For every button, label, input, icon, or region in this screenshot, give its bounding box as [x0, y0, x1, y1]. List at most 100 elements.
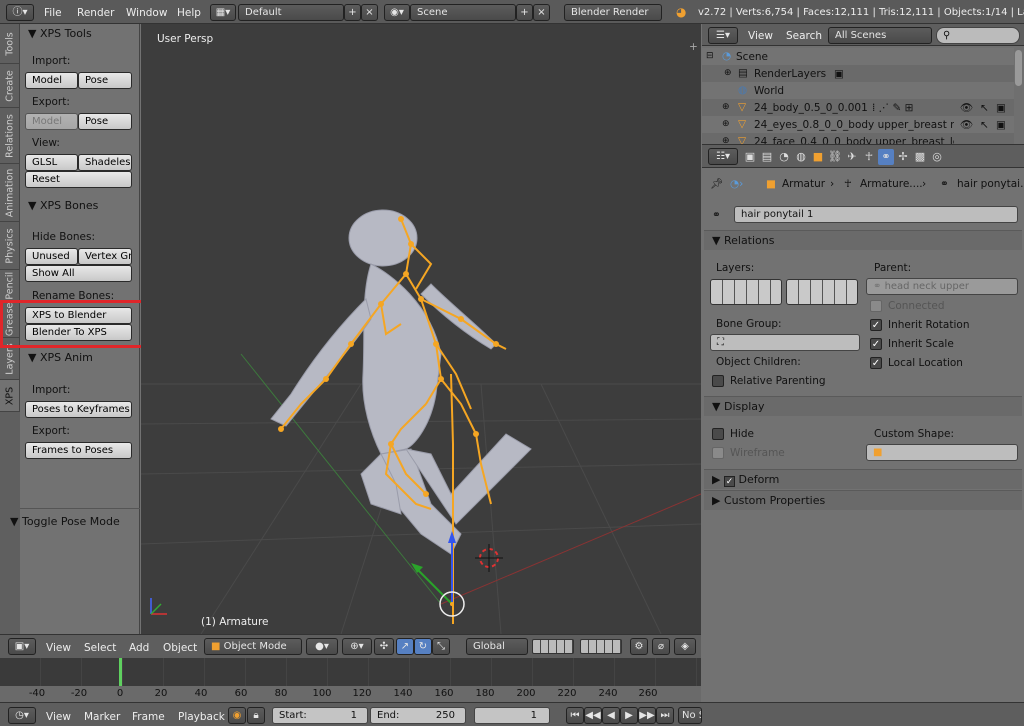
shading-select[interactable]: ●▾: [306, 638, 338, 655]
sync-mode-select[interactable]: No S: [678, 707, 702, 724]
xps-anim-header[interactable]: ▼ XPS Anim: [28, 351, 93, 364]
editor-type-3dview[interactable]: ▣▾: [8, 638, 36, 655]
remove-screen-button[interactable]: ×: [361, 4, 378, 21]
outliner[interactable]: ⊟ ◔ Scene ⊕ ▤ RenderLayers ▣ ◍ World ⊕ ▽…: [702, 46, 1024, 144]
glsl-button[interactable]: GLSL: [25, 154, 78, 171]
tab-tools[interactable]: Tools: [0, 24, 20, 64]
texture-tab-icon[interactable]: ▩: [912, 149, 928, 165]
frames-to-poses-button[interactable]: Frames to Poses: [25, 442, 132, 459]
tab-create[interactable]: Create: [0, 64, 20, 108]
world-tab-icon[interactable]: ◍: [793, 149, 809, 165]
outliner-view-menu[interactable]: View: [748, 29, 773, 43]
object-menu[interactable]: Object: [163, 641, 197, 655]
add-scene-button[interactable]: +: [516, 4, 533, 21]
bone-group-field[interactable]: ⛶: [710, 334, 860, 351]
screen-layout-icon[interactable]: ▦▾: [210, 4, 236, 21]
render-engine-select[interactable]: Blender Render: [564, 4, 662, 21]
visibility-eye-icon[interactable]: 👁︎: [960, 118, 973, 132]
outliner-row[interactable]: ⊕ ▽ 24_body_0.5_0_0.001 ⁞ ⋰ ✎ ⊞ 👁︎ ↖ ▣: [702, 99, 1014, 116]
selectable-cursor-icon[interactable]: ↖: [980, 118, 989, 132]
viewport-corner-plus-icon[interactable]: +: [689, 40, 698, 54]
tab-animation[interactable]: Animation: [0, 164, 20, 222]
expand-icon[interactable]: ⊕: [722, 134, 730, 144]
display-panel-header[interactable]: ▼ Display: [704, 396, 1022, 416]
renderable-camera-icon[interactable]: ▣: [996, 118, 1006, 132]
current-frame-indicator[interactable]: [119, 658, 122, 686]
render-layers-tab-icon[interactable]: ▤: [759, 149, 775, 165]
bone-layers-grid-1[interactable]: [710, 279, 782, 305]
render-preview-button[interactable]: ◈: [674, 638, 696, 655]
reset-button[interactable]: Reset: [25, 171, 132, 188]
connected-checkbox[interactable]: [870, 300, 882, 312]
constraints-tab-icon[interactable]: ⛓: [827, 149, 843, 165]
tab-relations[interactable]: Relations: [0, 108, 20, 164]
physics-tab-icon[interactable]: ◎: [929, 149, 945, 165]
scene-tab-icon[interactable]: ◔: [776, 149, 792, 165]
bone-name-field[interactable]: hair ponytail 1: [734, 206, 1018, 223]
screen-layout-field[interactable]: Default: [238, 4, 344, 21]
editor-type-timeline[interactable]: ◷▾: [8, 707, 36, 724]
start-frame-field[interactable]: Start: 1: [272, 707, 368, 724]
auto-key-button[interactable]: ◉: [228, 707, 246, 724]
outliner-row[interactable]: ⊕ ▽ 24_eyes_0.8_0_0_body upper_breast ri…: [702, 116, 1014, 133]
orientation-select[interactable]: Global: [466, 638, 528, 655]
hide-vertex-group-button[interactable]: Vertex Gr: [78, 248, 132, 265]
deform-panel-header[interactable]: ▶ ✓ Deform: [704, 469, 1022, 489]
collapse-icon[interactable]: ⊟: [706, 49, 714, 63]
custom-properties-panel-header[interactable]: ▶ Custom Properties: [704, 490, 1022, 510]
lock-layers-toggle[interactable]: ⚙: [630, 638, 648, 655]
menu-file[interactable]: File: [44, 6, 62, 20]
scale-toggle[interactable]: ⤡: [432, 638, 450, 655]
lock-frame-button[interactable]: 🔒︎: [247, 707, 265, 724]
next-keyframe-button[interactable]: ▶▶: [638, 707, 656, 724]
editor-type-outliner[interactable]: ☰▾: [708, 27, 738, 44]
end-frame-field[interactable]: End: 250: [370, 707, 466, 724]
poses-to-keyframes-button[interactable]: Poses to Keyframes: [25, 401, 132, 418]
outliner-row[interactable]: ⊕ ▽ 24_face_0.4_0_0_body upper_breast_le…: [702, 133, 1014, 144]
3d-cursor-icon[interactable]: [475, 544, 503, 572]
select-menu[interactable]: Select: [84, 641, 116, 655]
tab-physics[interactable]: Physics: [0, 222, 20, 270]
current-frame-field[interactable]: 1: [474, 707, 550, 724]
transform-manipulator-icon[interactable]: [403, 529, 473, 621]
jump-end-button[interactable]: ⏭: [656, 707, 674, 724]
relations-panel-header[interactable]: ▼ Relations: [704, 230, 1022, 250]
hide-checkbox[interactable]: [712, 428, 724, 440]
inherit-rotation-checkbox[interactable]: ✓: [870, 319, 882, 331]
scene-field[interactable]: Scene: [410, 4, 516, 21]
toggle-pose-mode-header[interactable]: ▼ Toggle Pose Mode: [10, 515, 120, 528]
render-layer-toggle-icon[interactable]: ▣: [834, 67, 844, 81]
render-tab-icon[interactable]: ▣: [742, 149, 758, 165]
outliner-search-menu[interactable]: Search: [786, 29, 822, 43]
frame-menu[interactable]: Frame: [132, 710, 165, 724]
local-location-checkbox[interactable]: ✓: [870, 357, 882, 369]
3d-viewport[interactable]: User Persp + (1) Armature: [141, 24, 701, 634]
outliner-row[interactable]: ⊕ ▤ RenderLayers ▣: [702, 65, 1014, 82]
outliner-display-mode-select[interactable]: All Scenes: [828, 27, 932, 44]
add-menu[interactable]: Add: [129, 641, 149, 655]
outliner-row[interactable]: ⊟ ◔ Scene: [702, 48, 1014, 65]
import-model-button[interactable]: Model: [25, 72, 78, 89]
wireframe-checkbox[interactable]: [712, 447, 724, 459]
import-pose-button[interactable]: Pose: [78, 72, 132, 89]
visibility-eye-icon[interactable]: 👁︎: [960, 101, 973, 115]
rotate-toggle[interactable]: ↻: [414, 638, 432, 655]
shadeless-button[interactable]: Shadeless: [78, 154, 132, 171]
snap-toggle[interactable]: ⌀: [652, 638, 670, 655]
bone-tab-icon[interactable]: ⚭: [878, 149, 894, 165]
scene-icon[interactable]: ◉▾: [384, 4, 410, 21]
modifiers-tab-icon[interactable]: ✈: [844, 149, 860, 165]
bone-layers-grid-2[interactable]: [786, 279, 858, 305]
timeline-view-menu[interactable]: View: [46, 710, 71, 724]
jump-start-button[interactable]: ⏮: [566, 707, 584, 724]
custom-shape-field[interactable]: ■: [866, 444, 1018, 461]
view-menu[interactable]: View: [46, 641, 71, 655]
export-model-button[interactable]: Model: [25, 113, 78, 130]
show-all-bones-button[interactable]: Show All: [25, 265, 132, 282]
play-button[interactable]: ▶: [620, 707, 638, 724]
hide-unused-button[interactable]: Unused: [25, 248, 78, 265]
playback-menu[interactable]: Playback: [178, 710, 225, 724]
outliner-row[interactable]: ◍ World: [702, 82, 1014, 99]
bone-constraints-tab-icon[interactable]: ✢: [895, 149, 911, 165]
expand-icon[interactable]: ⊕: [722, 100, 730, 114]
